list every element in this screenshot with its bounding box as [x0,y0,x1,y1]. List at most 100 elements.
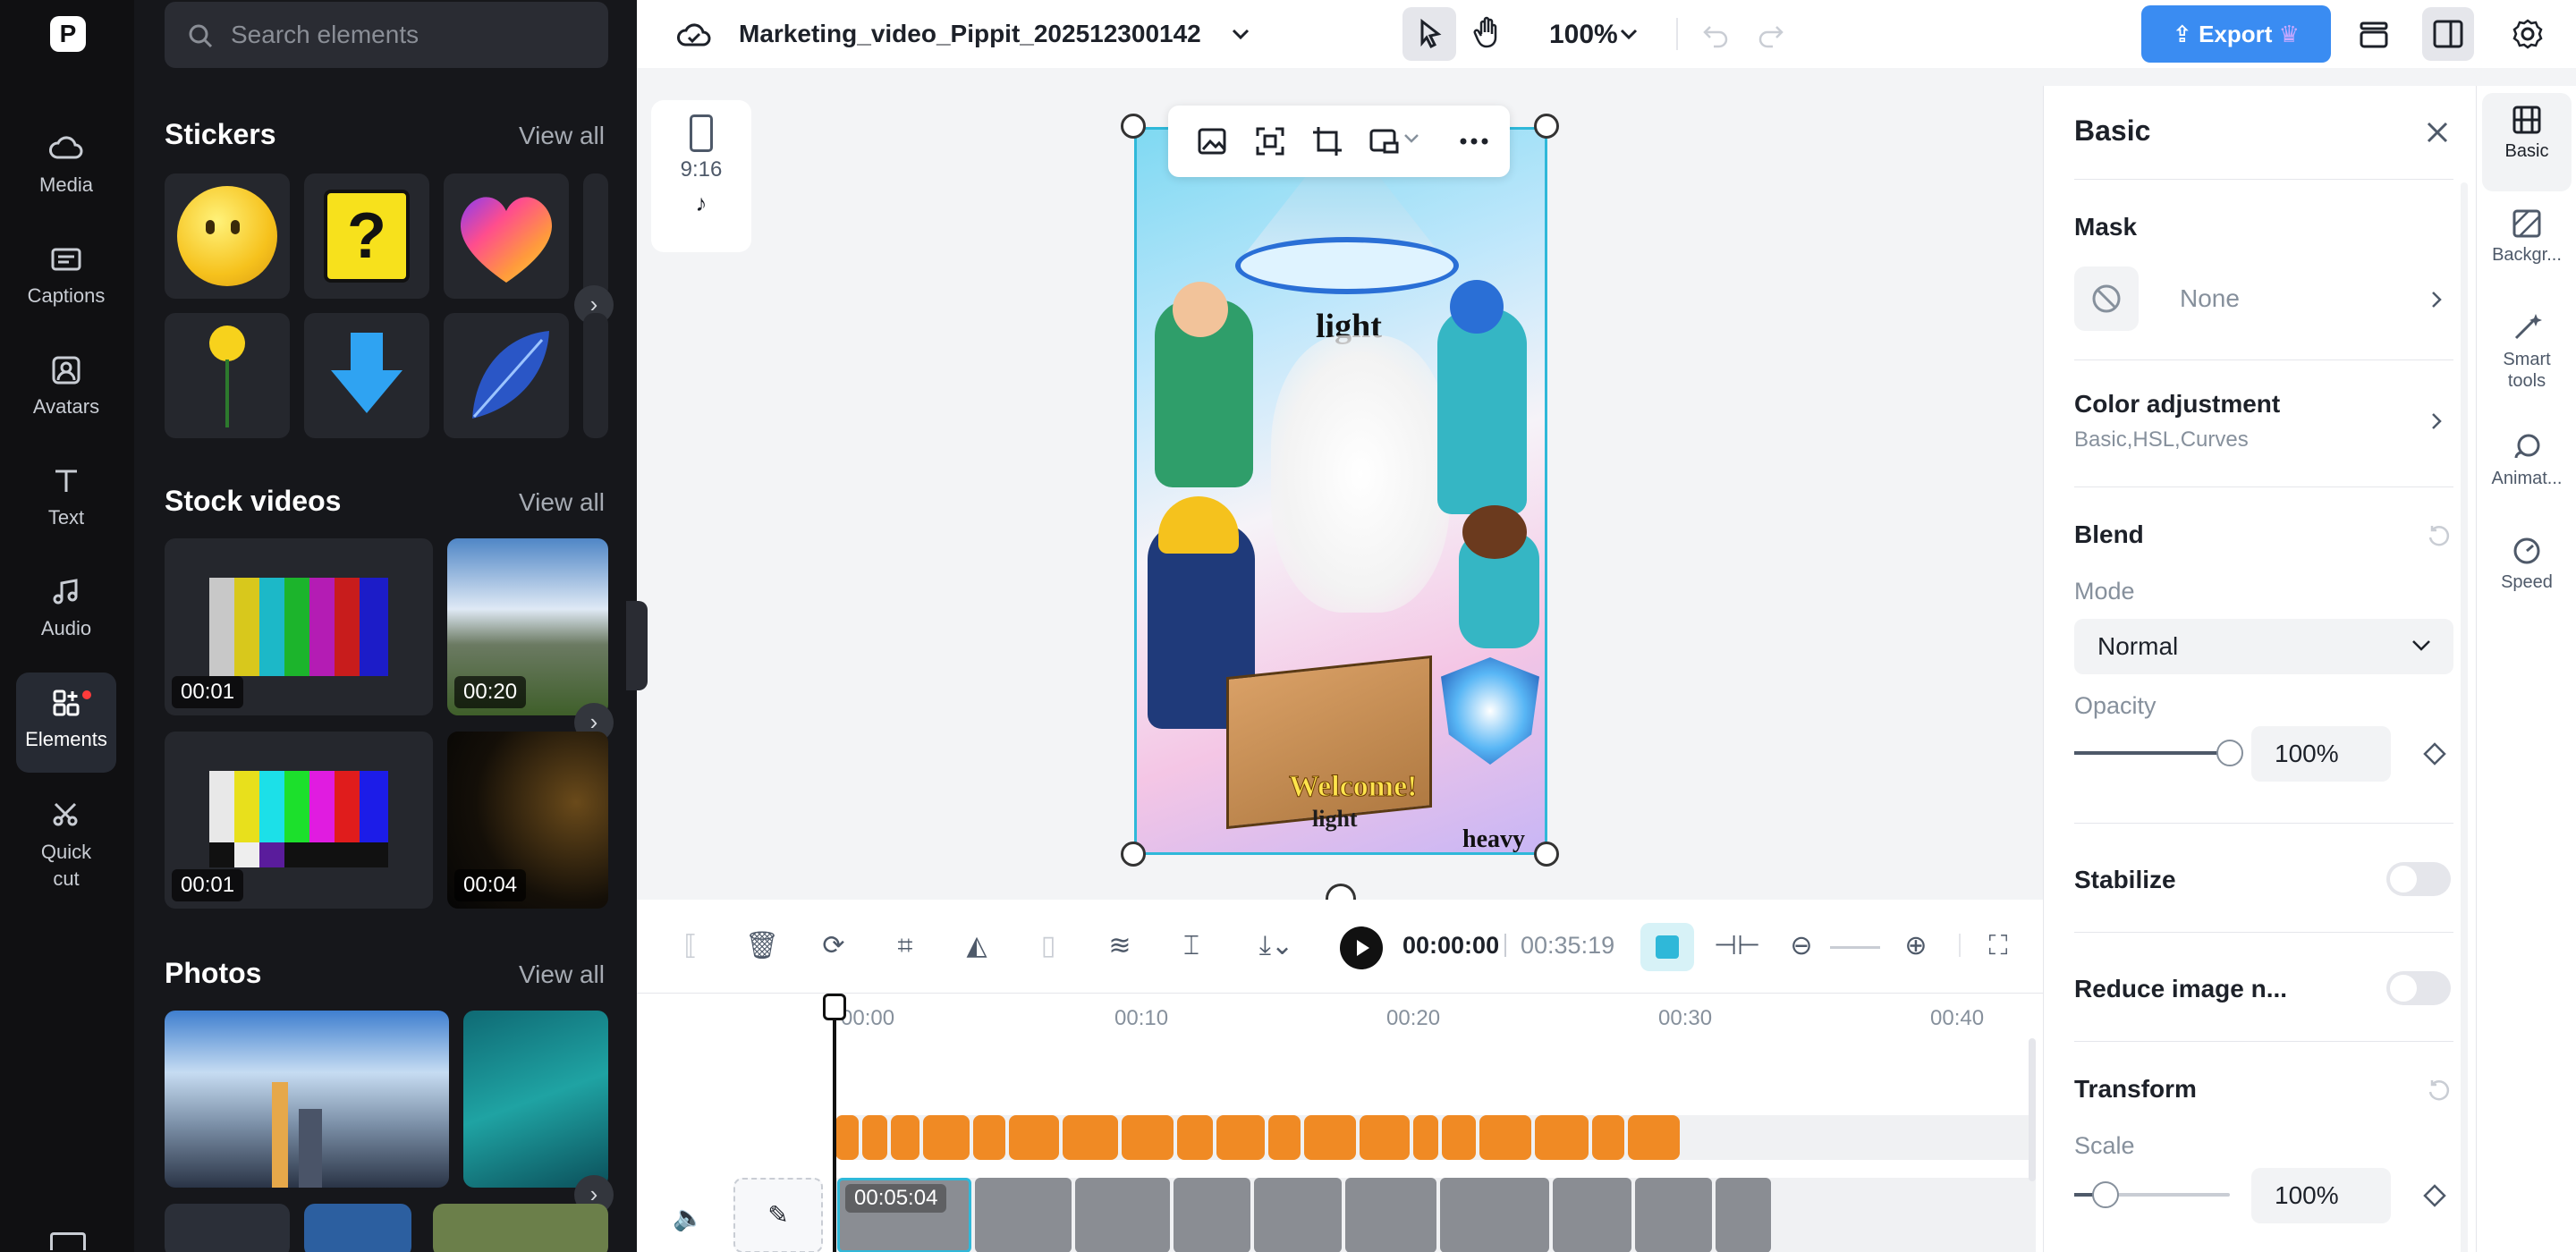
tab-basic[interactable]: Basic [2482,93,2572,191]
settings-gear-icon[interactable] [2512,18,2544,50]
replay-speed-icon[interactable]: ⟳ [816,928,852,964]
mask-selector[interactable]: None [2074,266,2453,331]
crop-tool-icon[interactable]: ⌗ [887,928,923,964]
stabilize-toggle[interactable] [2386,862,2451,896]
photo-thumb-4[interactable] [304,1204,411,1252]
app-logo[interactable]: P [50,16,86,52]
sticker-thumbs-up-smiley[interactable] [165,173,290,299]
playhead-grip[interactable] [823,994,846,1020]
keyframe-diamond-icon[interactable] [2421,1182,2448,1209]
cover-edit-button[interactable]: ✎ [733,1178,823,1252]
panel-toggle-button[interactable] [2422,7,2474,61]
audio-effects-icon[interactable]: ≋ [1102,928,1138,964]
focus-frame-icon[interactable] [1252,123,1288,159]
nav-elements[interactable]: Elements [16,673,116,773]
caption-clip[interactable] [862,1115,887,1160]
caption-clip[interactable] [891,1115,919,1160]
layers-icon[interactable] [2358,20,2390,50]
scale-slider[interactable] [2074,1181,2230,1208]
keyboard-icon[interactable] [50,1232,86,1250]
sticker-partial[interactable] [583,173,608,299]
video-clip[interactable] [975,1178,1072,1252]
photo-ocean-boat[interactable] [463,1011,608,1188]
caption-clip[interactable] [973,1115,1005,1160]
close-icon[interactable] [2423,118,2452,147]
caption-clip[interactable] [835,1115,859,1160]
tab-animation[interactable]: Animat... [2482,420,2572,519]
zoom-in-icon[interactable]: ⊕ [1898,928,1934,964]
replace-image-icon[interactable] [1195,123,1231,159]
blend-mode-select[interactable]: Normal [2074,619,2453,674]
caption-clip[interactable] [923,1115,970,1160]
sticker-yellow-rose[interactable] [165,313,290,438]
timeline-zoom-slider[interactable] [1830,946,1880,949]
caption-clip[interactable] [1413,1115,1438,1160]
video-clip[interactable] [1174,1178,1250,1252]
playhead[interactable] [833,995,836,1252]
nav-media[interactable]: Media [16,118,116,218]
replace-media-icon[interactable] [1367,123,1402,159]
resize-handle-top-right[interactable] [1534,114,1559,139]
caption-clip[interactable] [1177,1115,1213,1160]
nav-captions[interactable]: Captions [16,229,116,329]
crop-icon[interactable] [1309,123,1345,159]
video-clip[interactable] [1345,1178,1436,1252]
sticker-question-block[interactable]: ? [304,173,429,299]
select-tool-button[interactable] [1402,7,1456,61]
caption-clip[interactable] [1535,1115,1589,1160]
undo-icon[interactable] [1701,20,1730,48]
opacity-input[interactable]: 100% [2251,726,2391,782]
caption-clip[interactable] [1479,1115,1531,1160]
stock-video-mountains[interactable]: 00:20 [447,538,608,715]
zoom-chevron-down-icon[interactable] [1619,27,1639,41]
nav-text[interactable]: Text [16,451,116,551]
sticker-blue-arrow-down[interactable] [304,313,429,438]
photo-thumb-5[interactable] [433,1204,608,1252]
photo-city-skyline[interactable] [165,1011,449,1188]
split-track-icon[interactable]: ⊣⊢ [1714,928,1760,964]
opacity-slider[interactable] [2074,740,2243,766]
caption-clip[interactable] [1009,1115,1059,1160]
zoom-out-icon[interactable]: ⊖ [1784,928,1819,964]
tab-speed[interactable]: Speed [2482,524,2572,622]
aspect-ratio-selector[interactable]: 9:16 ♪ [651,100,751,252]
chevron-down-icon[interactable] [1231,27,1250,41]
cloud-save-icon[interactable] [676,18,712,50]
fullscreen-icon[interactable]: ⛶ [1980,928,2016,964]
smart-cut-icon[interactable]: ⌶ [1174,928,1209,964]
replace-chevron-down-icon[interactable] [1402,132,1420,150]
video-clip[interactable] [1075,1178,1170,1252]
opacity-slider-knob[interactable] [2216,740,2243,766]
nav-quick-cut[interactable]: Quick cut [16,783,116,900]
video-clip[interactable] [1254,1178,1342,1252]
freeze-icon[interactable]: ▯ [1030,928,1066,964]
more-options-icon[interactable] [1456,123,1492,159]
project-name[interactable]: Marketing_video_Pippit_202512300142 [739,20,1201,48]
sticker-partial-2[interactable] [583,313,608,438]
caption-clip[interactable] [1304,1115,1356,1160]
redo-icon[interactable] [1757,20,1785,48]
scale-slider-knob[interactable] [2092,1181,2119,1208]
caption-clip[interactable] [1442,1115,1476,1160]
auto-snap-button[interactable] [1640,923,1694,971]
sticker-rainbow-heart[interactable] [444,173,569,299]
rotate-handle-icon[interactable] [1326,884,1356,900]
caption-clip[interactable] [1268,1115,1301,1160]
caption-clip[interactable] [1216,1115,1265,1160]
flip-icon[interactable]: ◭ [959,928,995,964]
caption-clip[interactable] [1628,1115,1680,1160]
video-clip[interactable] [1553,1178,1631,1252]
delete-icon[interactable]: 🗑 [744,928,780,964]
nav-avatars[interactable]: Avatars [16,340,116,440]
export-button[interactable]: ⇪ Export ♛ [2141,5,2331,63]
properties-scrollbar[interactable] [2461,182,2468,1252]
hand-tool-button[interactable] [1462,7,1515,61]
video-clip[interactable] [1716,1178,1771,1252]
mute-speaker-icon[interactable]: 🔈 [673,1203,705,1231]
caption-clip[interactable] [1592,1115,1624,1160]
photo-thumb-3[interactable] [165,1204,290,1252]
resize-handle-top-left[interactable] [1121,114,1146,139]
timeline-scrollbar[interactable] [2029,1038,2036,1181]
play-button[interactable] [1340,926,1383,969]
color-adjustment-row[interactable]: Color adjustment Basic,HSL,Curves [2044,385,2477,456]
